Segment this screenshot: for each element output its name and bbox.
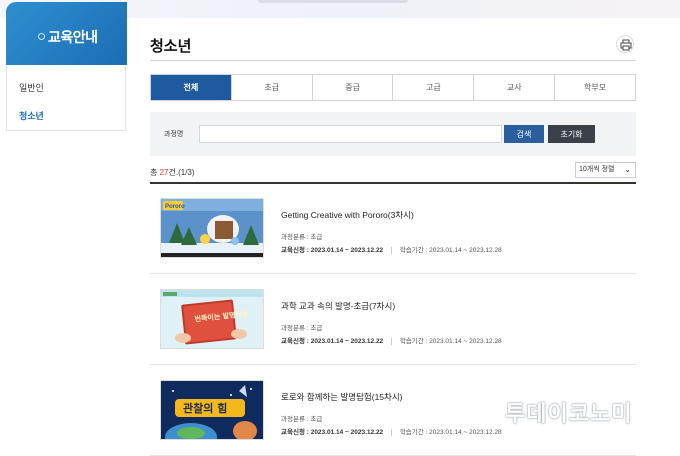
tab-teacher[interactable]: 교사 bbox=[473, 75, 555, 100]
print-button[interactable] bbox=[616, 35, 634, 53]
course-category: 과정분류 : 초급 bbox=[281, 234, 323, 241]
study-period: 2023.01.14 ~ 2023.12.28 bbox=[429, 429, 502, 436]
thumb-logo-text: Pororo bbox=[165, 204, 185, 210]
study-label: 학습기간 : bbox=[399, 429, 430, 436]
course-thumbnail[interactable]: 번뜩이는 발명가들 bbox=[160, 289, 264, 349]
page-title: 청소년 bbox=[150, 38, 192, 55]
apply-label: 교육신청 : bbox=[281, 429, 311, 436]
page: 교육안내 일반인 청소년 청소년 전체 초급 중급 고급 교사 학부모 과정명 … bbox=[0, 0, 680, 456]
search-label: 과정명 bbox=[164, 131, 184, 138]
sidebar-item-youth[interactable]: 청소년 bbox=[19, 109, 44, 122]
top-banner-bar bbox=[258, 0, 408, 3]
course-thumbnail[interactable]: 관찰의 힘 bbox=[160, 380, 264, 440]
apply-period: 2023.01.14 ~ 2023.12.22 bbox=[310, 247, 384, 254]
study-period: 2023.01.14 ~ 2023.12.28 bbox=[429, 247, 502, 254]
study-period: 2023.01.14 ~ 2023.12.28 bbox=[429, 338, 502, 345]
count-prefix: 총 bbox=[150, 168, 158, 177]
sidebar: 교육안내 일반인 청소년 bbox=[6, 2, 127, 131]
sidebar-header: 교육안내 bbox=[6, 2, 127, 65]
course-category: 과정분류 : 초급 bbox=[281, 325, 323, 332]
date-separator bbox=[391, 246, 392, 254]
sidebar-item-general[interactable]: 일반인 bbox=[19, 81, 44, 94]
circle-icon bbox=[38, 33, 45, 40]
course-dates: 교육신청 : 2023.01.14 ~ 2023.12.22 학습기간 : 20… bbox=[281, 426, 502, 436]
course-title[interactable]: Getting Creative with Pororo(3차시) bbox=[281, 209, 414, 221]
study-label: 학습기간 : bbox=[399, 338, 430, 345]
tab-advanced[interactable]: 고급 bbox=[392, 75, 474, 100]
course-title[interactable]: 로로와 함께하는 발명탐험(15차시) bbox=[281, 391, 403, 403]
tab-parent[interactable]: 학부모 bbox=[554, 75, 635, 100]
title-divider bbox=[150, 60, 636, 61]
invention-thumbnail-image: 번뜩이는 발명가들 bbox=[161, 290, 263, 348]
apply-period: 2023.01.14 ~ 2023.12.22 bbox=[310, 429, 384, 436]
count-suffix: 건.(1/3) bbox=[168, 168, 195, 177]
date-separator bbox=[391, 428, 392, 436]
thumb-title-text: 관찰의 힘 bbox=[183, 401, 227, 415]
tab-all[interactable]: 전체 bbox=[151, 75, 231, 100]
observation-thumbnail-image: 관찰의 힘 bbox=[161, 381, 263, 439]
study-label: 학습기간 : bbox=[399, 247, 430, 254]
reset-button[interactable]: 초기화 bbox=[548, 125, 595, 143]
pororo-thumbnail-image: Pororo bbox=[161, 199, 263, 257]
course-name-input[interactable] bbox=[199, 125, 502, 143]
print-icon bbox=[620, 39, 632, 51]
count-number: 27 bbox=[159, 168, 169, 177]
course-title[interactable]: 과학 교과 속의 발명-초급(7차시) bbox=[281, 300, 395, 312]
tab-beginner[interactable]: 초급 bbox=[230, 75, 312, 100]
course-dates: 교육신청 : 2023.01.14 ~ 2023.12.22 학습기간 : 20… bbox=[281, 244, 502, 254]
chevron-down-icon: ⌄ bbox=[624, 165, 631, 174]
apply-period: 2023.01.14 ~ 2023.12.22 bbox=[310, 338, 384, 345]
level-tabs: 전체 초급 중급 고급 교사 학부모 bbox=[150, 74, 636, 101]
course-dates: 교육신청 : 2023.01.14 ~ 2023.12.22 학습기간 : 20… bbox=[281, 335, 502, 345]
course-category: 과정분류 : 초급 bbox=[281, 416, 323, 423]
apply-label: 교육신청 : bbox=[281, 338, 311, 345]
tab-intermediate[interactable]: 중급 bbox=[311, 75, 393, 100]
sort-value: 10개씩 정렬 bbox=[579, 166, 615, 173]
course-thumbnail[interactable]: Pororo bbox=[160, 198, 264, 258]
apply-label: 교육신청 : bbox=[281, 247, 311, 254]
result-count: 총 27건.(1/3) bbox=[150, 167, 195, 178]
sort-select[interactable]: 10개씩 정렬 ⌄ bbox=[575, 162, 636, 178]
search-button[interactable]: 검색 bbox=[504, 125, 544, 143]
search-panel: 과정명 검색 초기화 bbox=[150, 112, 636, 156]
course-item[interactable]: 번뜩이는 발명가들 과학 교과 속의 발명-초급(7차시) 과정분류 : 초급 … bbox=[150, 275, 636, 365]
course-item[interactable]: Pororo Getting Creative with Pororo(3차시)… bbox=[150, 184, 636, 274]
sidebar-title: 교육안내 bbox=[48, 29, 98, 45]
date-separator bbox=[391, 337, 392, 345]
watermark-logo: 투데이코노미 bbox=[505, 401, 633, 426]
